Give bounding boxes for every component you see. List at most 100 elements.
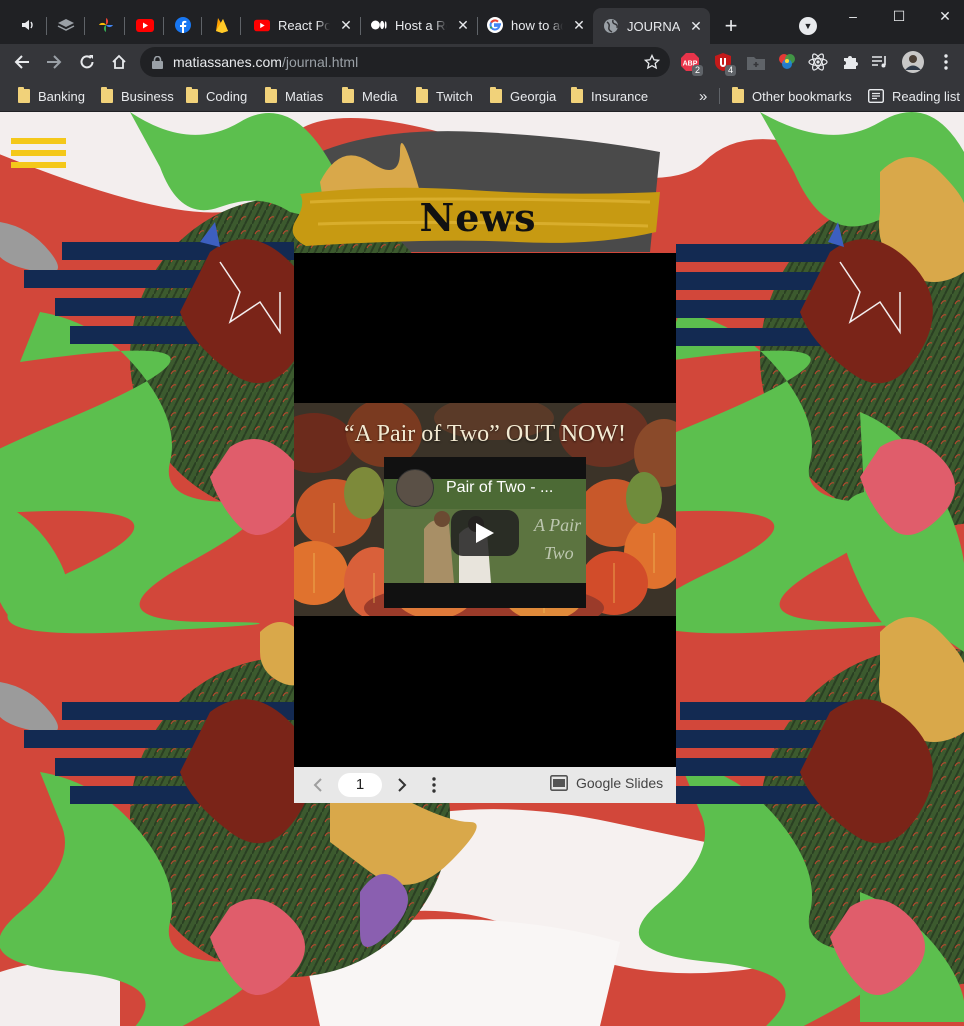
back-button[interactable] (8, 48, 36, 76)
bookmark-matias[interactable]: Matias (265, 86, 323, 106)
folder-icon (186, 87, 198, 103)
bookmarks-bar: Banking Business Coding Matias Media Twi… (0, 80, 964, 112)
home-button[interactable] (105, 48, 133, 76)
star-icon[interactable] (644, 54, 660, 70)
bookmark-business[interactable]: Business (101, 86, 174, 106)
google-slides-label: Google Slides (576, 775, 664, 791)
chevron-right-icon (398, 778, 407, 792)
chrome-menu-button[interactable] (934, 50, 958, 74)
tab-title: React Port (278, 17, 330, 33)
play-button[interactable] (451, 510, 519, 556)
react-devtools-icon (808, 53, 828, 71)
folder-icon (571, 87, 583, 103)
tab-title: Host a Re (395, 17, 447, 33)
bookmarks-overflow-button[interactable]: » (699, 86, 707, 106)
slides-control-bar: 1 Google Slides (294, 767, 676, 803)
menu-bar-line (11, 138, 66, 144)
bookmark-label: Business (121, 88, 174, 104)
slides-options-button[interactable] (424, 775, 444, 795)
youtube-embed[interactable]: A Pair Two Pair of Two - ... (384, 457, 586, 608)
bookmark-twitch[interactable]: Twitch (416, 86, 473, 106)
google-icon (487, 17, 503, 33)
bookmark-georgia[interactable]: Georgia (490, 86, 556, 106)
folder-plus-icon (747, 56, 765, 70)
tab-audio[interactable] (10, 8, 47, 42)
reading-list-button[interactable]: Reading list (868, 86, 960, 106)
folder-icon (265, 87, 277, 103)
tab-facebook[interactable] (165, 8, 202, 42)
tab-google-search[interactable]: how to ac ✕ (477, 8, 594, 42)
tab-title: how to ac (511, 17, 563, 33)
profile-button[interactable] (901, 50, 925, 74)
facebook-icon (175, 17, 191, 33)
bookmark-label: Media (362, 88, 398, 104)
address-bar[interactable]: matiassanes.com/journal.html (140, 47, 670, 77)
url-domain: matiassanes.com (173, 54, 282, 70)
tab-title: JOURNAL (627, 18, 680, 34)
bookmark-banking[interactable]: Banking (18, 86, 85, 106)
chevron-left-icon (313, 778, 322, 792)
arrow-right-icon (47, 55, 62, 69)
close-tab-icon[interactable]: ✕ (571, 17, 587, 33)
menu-bar-line (11, 162, 66, 168)
new-tab-button[interactable]: + (718, 14, 744, 40)
close-tab-icon[interactable]: ✕ (455, 17, 471, 33)
tab-photos[interactable] (88, 8, 125, 42)
bookmark-label: Insurance (591, 88, 649, 104)
reload-button[interactable] (73, 48, 101, 76)
svg-text:Two: Two (544, 543, 574, 563)
extensions-menu[interactable] (838, 50, 862, 74)
minimize-button[interactable]: – (830, 4, 876, 28)
bookmark-other[interactable]: Other bookmarks (732, 86, 852, 106)
hamburger-menu-button[interactable] (11, 125, 67, 168)
folder-icon (490, 87, 502, 103)
tab-search-button[interactable]: ▼ (799, 17, 817, 35)
maximize-button[interactable]: ☐ (876, 4, 922, 28)
folder-icon (101, 87, 113, 103)
previous-slide-button[interactable] (308, 775, 328, 795)
google-slides-link[interactable]: Google Slides (550, 775, 663, 791)
bookmark-label: Georgia (510, 88, 557, 104)
tab-youtube[interactable] (127, 8, 164, 42)
slides-icon (550, 775, 568, 791)
media-control-button[interactable] (868, 50, 892, 74)
google-slides-embed[interactable]: “A Pair of Two” OUT NOW! A Pair Two Pair… (294, 253, 676, 803)
next-slide-button[interactable] (392, 775, 412, 795)
folder-icon (732, 87, 744, 103)
close-window-button[interactable]: ✕ (922, 4, 964, 28)
bookmark-insurance[interactable]: Insurance (571, 86, 648, 106)
close-tab-icon[interactable]: ✕ (688, 18, 704, 34)
tab-firebase[interactable] (204, 8, 241, 42)
tab-host-react[interactable]: Host a Re ✕ (361, 8, 478, 42)
bookmark-label: Other bookmarks (752, 88, 852, 104)
news-banner: News (296, 184, 660, 250)
tab-journal-active[interactable]: JOURNAL ✕ (593, 8, 710, 44)
adblock-extension[interactable]: ABP 2 (678, 50, 703, 76)
url-path: /journal.html (281, 54, 359, 70)
bookmark-label: Twitch (436, 88, 473, 104)
tab-react-portfolio[interactable]: React Port ✕ (244, 8, 361, 42)
bookmark-coding[interactable]: Coding (186, 86, 247, 106)
menu-bar-line (11, 150, 66, 156)
slide-heading: “A Pair of Two” OUT NOW! (343, 421, 627, 447)
youtube-icon (254, 17, 270, 33)
color-picker-icon (779, 54, 795, 69)
slide-number[interactable]: 1 (338, 773, 382, 797)
video-title[interactable]: Pair of Two - ... (446, 479, 553, 497)
ublock-extension[interactable]: 4 (711, 50, 736, 76)
bookmark-label: Banking (38, 88, 85, 104)
color-extension[interactable] (775, 50, 799, 74)
forward-button[interactable] (40, 48, 68, 76)
channel-avatar[interactable] (396, 469, 434, 507)
ublock-badge: 4 (724, 65, 736, 76)
tab-layers[interactable] (48, 8, 85, 42)
react-devtools-extension[interactable] (806, 50, 830, 74)
close-tab-icon[interactable]: ✕ (338, 17, 354, 33)
bookmark-media[interactable]: Media (342, 86, 397, 106)
folder-extension[interactable] (744, 50, 768, 74)
lock-icon (152, 55, 163, 69)
bookmarks-divider (719, 88, 720, 104)
firebase-icon (216, 18, 228, 33)
folder-icon (18, 87, 30, 103)
url-text: matiassanes.com/journal.html (173, 54, 634, 70)
